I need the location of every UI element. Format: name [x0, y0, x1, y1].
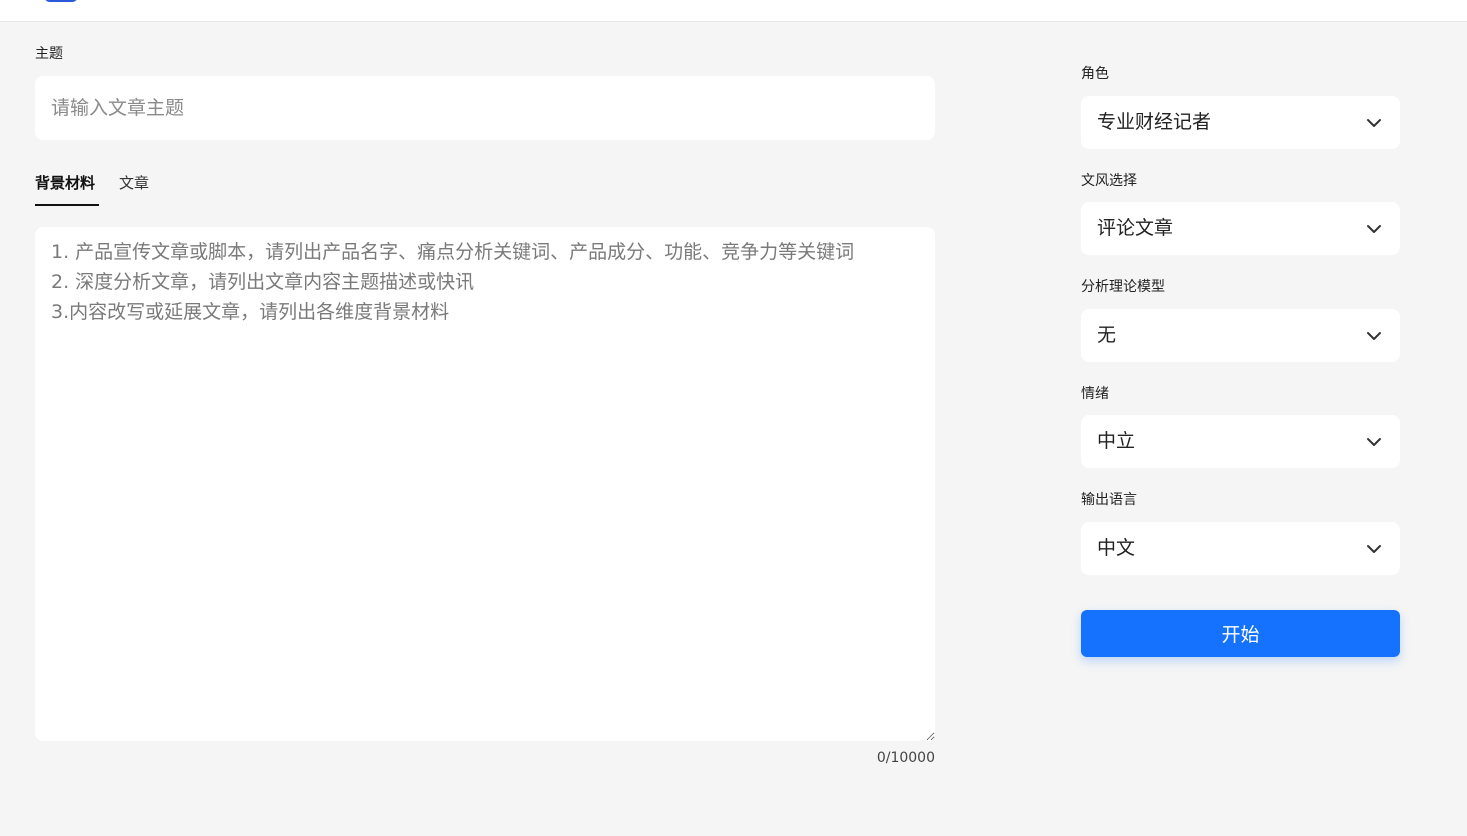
- style-label: 文风选择: [1081, 173, 1137, 189]
- chevron-down-icon: [1367, 438, 1381, 446]
- emotion-select-value: 中立: [1097, 430, 1136, 452]
- style-select-value: 评论文章: [1097, 217, 1174, 239]
- model-select[interactable]: 无: [1081, 309, 1400, 362]
- logo: [44, 0, 78, 2]
- tab-article[interactable]: 文章: [119, 172, 149, 194]
- tab-background-material[interactable]: 背景材料: [35, 172, 95, 194]
- style-select[interactable]: 评论文章: [1081, 202, 1400, 255]
- chevron-down-icon: [1367, 119, 1381, 127]
- active-tab-indicator: [35, 204, 99, 206]
- role-label: 角色: [1081, 66, 1109, 82]
- topic-label: 主题: [35, 46, 63, 62]
- topic-input[interactable]: [35, 76, 935, 140]
- model-label: 分析理论模型: [1081, 279, 1165, 295]
- emotion-label: 情绪: [1081, 386, 1109, 402]
- chevron-down-icon: [1367, 225, 1381, 233]
- background-material-textarea[interactable]: [35, 227, 935, 741]
- chevron-down-icon: [1367, 332, 1381, 340]
- language-select-value: 中文: [1097, 537, 1136, 559]
- start-button[interactable]: 开始: [1081, 610, 1400, 657]
- top-bar: [0, 0, 1467, 22]
- role-select-value: 专业财经记者: [1097, 111, 1212, 133]
- role-select[interactable]: 专业财经记者: [1081, 96, 1400, 149]
- chevron-down-icon: [1367, 545, 1381, 553]
- character-counter: 0/10000: [876, 750, 935, 766]
- language-label: 输出语言: [1081, 492, 1137, 508]
- emotion-select[interactable]: 中立: [1081, 415, 1400, 468]
- language-select[interactable]: 中文: [1081, 522, 1400, 575]
- model-select-value: 无: [1097, 324, 1117, 346]
